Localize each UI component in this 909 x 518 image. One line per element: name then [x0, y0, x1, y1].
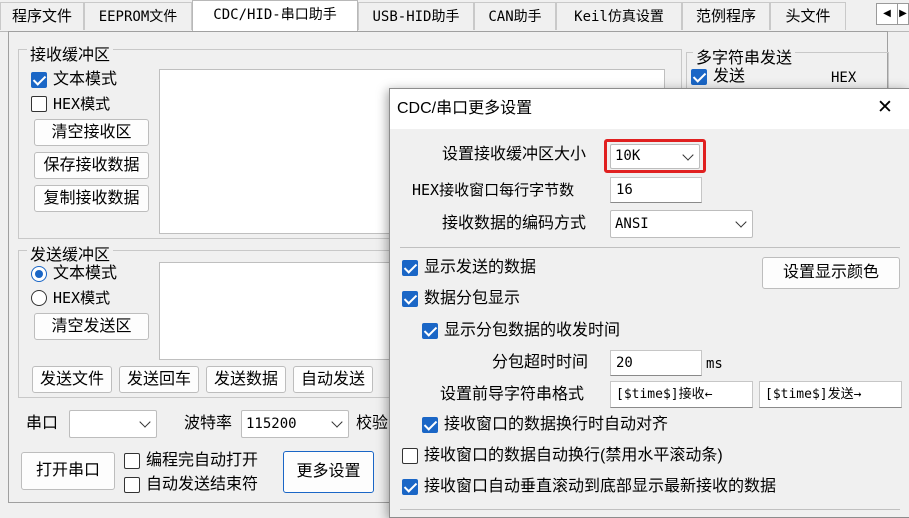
- send-enter-button[interactable]: 发送回车: [119, 366, 199, 393]
- show-sent-checkbox[interactable]: [402, 260, 418, 276]
- packet-timeout-unit: ms: [706, 356, 723, 372]
- save-receive-button[interactable]: 保存接收数据: [34, 152, 149, 179]
- buffer-size-label: 设置接收缓冲区大小: [442, 146, 587, 163]
- close-icon[interactable]: ✕: [877, 98, 893, 118]
- packet-timeout-input[interactable]: 20: [610, 350, 702, 376]
- open-port-button[interactable]: 打开串口: [21, 452, 115, 490]
- hex-bytes-input[interactable]: 16: [610, 177, 702, 203]
- encoding-label: 接收数据的编码方式: [442, 215, 587, 232]
- dialog-titlebar: CDC/串口更多设置 ✕: [390, 89, 909, 129]
- baud-select[interactable]: 115200: [241, 410, 349, 438]
- show-packet-time-label: 显示分包数据的收发时间: [444, 322, 621, 339]
- show-sent-label: 显示发送的数据: [424, 259, 537, 276]
- auto-open-checkbox[interactable]: [124, 453, 140, 469]
- packet-timeout-label: 分包超时时间: [492, 354, 589, 371]
- port-label: 串口: [26, 415, 59, 432]
- clear-send-button[interactable]: 清空发送区: [34, 313, 149, 340]
- auto-send-end-label: 自动发送结束符: [146, 476, 259, 493]
- multi-hex-label: HEX: [831, 70, 857, 86]
- auto-wrap-label: 接收窗口的数据自动换行(禁用水平滚动条): [424, 447, 723, 464]
- tab-usb-hid[interactable]: USB-HID助手: [358, 2, 474, 30]
- chevron-down-icon: [331, 416, 343, 428]
- auto-scroll-checkbox[interactable]: [402, 479, 418, 495]
- packet-display-checkbox[interactable]: [402, 291, 418, 307]
- send-hex-mode-label: HEX模式: [53, 289, 111, 307]
- receive-text-mode-checkbox[interactable]: [31, 72, 47, 88]
- send-buffer-title: 发送缓冲区: [27, 241, 114, 265]
- tab-cdc-hid-serial[interactable]: CDC/HID-串口助手: [192, 0, 358, 32]
- multi-send-checkbox[interactable]: [691, 69, 707, 85]
- port-select[interactable]: [69, 410, 157, 438]
- copy-receive-button[interactable]: 复制接收数据: [34, 185, 149, 212]
- cdc-more-settings-dialog: CDC/串口更多设置 ✕ 设置接收缓冲区大小 10K HEX接收窗口每行字节数 …: [389, 88, 909, 518]
- multi-string-title: 多字符串发送: [693, 44, 796, 68]
- hex-bytes-label: HEX接收窗口每行字节数: [412, 181, 575, 199]
- chevron-down-icon: [139, 416, 151, 428]
- prefix-send-input[interactable]: [$time$]发送→: [759, 381, 902, 408]
- tab-examples[interactable]: 范例程序: [682, 2, 770, 30]
- tab-keil-debug[interactable]: Keil仿真设置: [556, 2, 682, 30]
- tab-scroll-right-icon[interactable]: ▶: [897, 3, 909, 25]
- send-file-button[interactable]: 发送文件: [32, 366, 112, 393]
- clear-receive-button[interactable]: 清空接收区: [34, 119, 149, 146]
- divider: [400, 509, 900, 510]
- prefix-format-label: 设置前导字符串格式: [440, 386, 585, 403]
- chevron-down-icon: [735, 216, 747, 228]
- auto-open-label: 编程完自动打开: [146, 452, 259, 469]
- auto-send-end-checkbox[interactable]: [124, 477, 140, 493]
- divider: [400, 247, 900, 248]
- set-color-button[interactable]: 设置显示颜色: [762, 257, 900, 289]
- encoding-select[interactable]: ANSI: [610, 210, 753, 238]
- tab-can[interactable]: CAN助手: [474, 2, 556, 30]
- dialog-title: CDC/串口更多设置: [397, 100, 533, 117]
- send-text-mode-radio[interactable]: [31, 266, 47, 282]
- tab-header-file[interactable]: 头文件: [770, 2, 846, 30]
- packet-display-label: 数据分包显示: [424, 290, 521, 307]
- send-hex-mode-radio[interactable]: [31, 290, 47, 306]
- receive-text-mode-label: 文本模式: [53, 71, 118, 88]
- receive-hex-mode-checkbox[interactable]: [31, 96, 47, 112]
- buffer-size-select[interactable]: 10K: [610, 144, 700, 169]
- tab-scroll-left-icon[interactable]: ◀: [876, 3, 898, 25]
- send-text-mode-label: 文本模式: [53, 265, 118, 282]
- prefix-receive-input[interactable]: [$time$]接收←: [610, 381, 753, 408]
- multi-send-label: 发送: [713, 68, 746, 85]
- more-settings-button[interactable]: 更多设置: [283, 451, 374, 493]
- tab-strip: 程序文件 EEPROM文件 CDC/HID-串口助手 USB-HID助手 CAN…: [0, 0, 909, 32]
- tab-program-file[interactable]: 程序文件: [0, 2, 84, 30]
- baud-label: 波特率: [184, 415, 233, 432]
- chevron-down-icon: [682, 148, 694, 161]
- auto-wrap-checkbox[interactable]: [402, 448, 418, 464]
- receive-hex-mode-label: HEX模式: [53, 95, 111, 113]
- auto-align-label: 接收窗口的数据换行时自动对齐: [444, 416, 669, 433]
- tab-eeprom-file[interactable]: EEPROM文件: [84, 2, 192, 30]
- auto-align-checkbox[interactable]: [422, 417, 438, 433]
- parity-label: 校验: [356, 415, 389, 432]
- send-data-button[interactable]: 发送数据: [206, 366, 286, 393]
- auto-send-button[interactable]: 自动发送: [293, 366, 373, 393]
- auto-scroll-label: 接收窗口自动垂直滚动到底部显示最新接收的数据: [424, 478, 777, 495]
- receive-buffer-title: 接收缓冲区: [27, 41, 114, 65]
- show-packet-time-checkbox[interactable]: [422, 323, 438, 339]
